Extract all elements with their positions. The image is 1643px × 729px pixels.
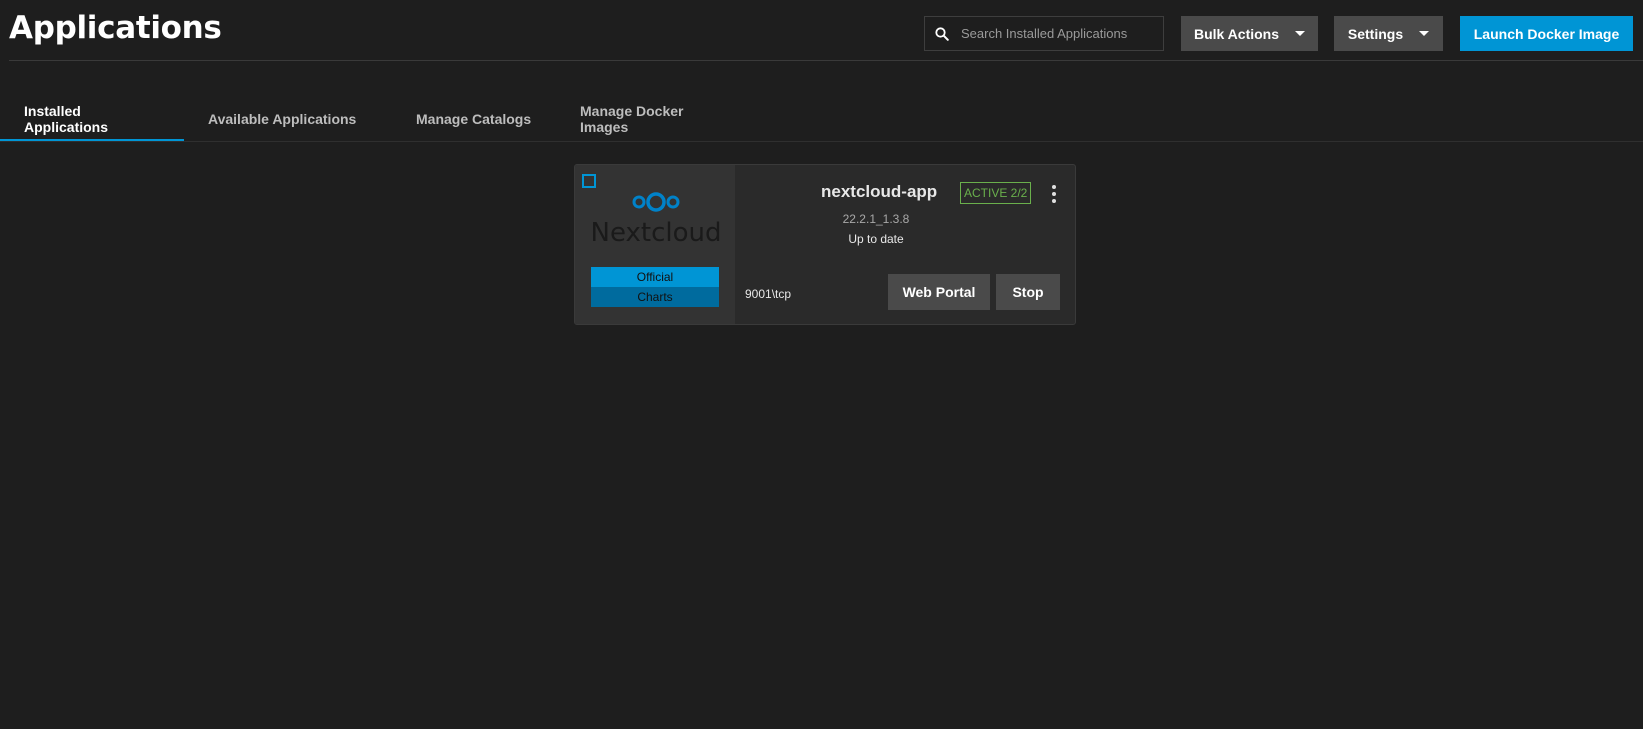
app-card-logo-panel: Nextcloud Official Charts <box>575 165 735 324</box>
search-icon <box>935 24 955 44</box>
tab-manage-catalogs[interactable]: Manage Catalogs <box>392 96 556 141</box>
settings-button[interactable]: Settings <box>1334 16 1443 51</box>
page-title: Applications <box>9 10 222 46</box>
app-version: 22.2.1_1.3.8 <box>842 212 910 226</box>
bulk-actions-button[interactable]: Bulk Actions <box>1181 16 1318 51</box>
search-box[interactable] <box>924 16 1164 51</box>
logo-wordmark: Nextcloud <box>591 218 721 248</box>
status-badge: ACTIVE 2/2 <box>960 182 1032 204</box>
settings-label: Settings <box>1347 25 1404 42</box>
charts-badge: Charts <box>591 287 719 307</box>
update-status: Up to date <box>848 232 904 246</box>
search-input[interactable] <box>961 26 1151 41</box>
tab-bar: Installed Applications Available Applica… <box>0 96 756 141</box>
app-ports: 9001\tcp <box>745 287 792 301</box>
web-portal-button[interactable]: Web Portal <box>888 274 990 310</box>
chevron-down-icon <box>1419 31 1430 36</box>
tab-available-applications[interactable]: Available Applications <box>184 96 392 141</box>
app-name: nextcloud-app <box>821 182 938 201</box>
bulk-actions-label: Bulk Actions <box>1193 25 1280 42</box>
page: Applications Bulk Actions Settings Launc… <box>0 0 1643 729</box>
launch-docker-image-button[interactable]: Launch Docker Image <box>1460 16 1633 51</box>
official-badge: Official <box>591 267 719 287</box>
app-card: Nextcloud Official Charts nextcloud-app … <box>574 164 1076 325</box>
nextcloud-logo-icon: Nextcloud <box>591 192 721 248</box>
stop-button[interactable]: Stop <box>996 274 1060 310</box>
kebab-menu-icon[interactable] <box>1049 185 1059 203</box>
tabs-divider <box>0 141 1643 142</box>
tab-installed-applications[interactable]: Installed Applications <box>0 96 184 141</box>
tab-manage-docker-images[interactable]: Manage Docker Images <box>556 96 756 141</box>
chevron-down-icon <box>1295 31 1306 36</box>
header-divider <box>9 60 1643 61</box>
app-select-checkbox[interactable] <box>582 174 596 188</box>
